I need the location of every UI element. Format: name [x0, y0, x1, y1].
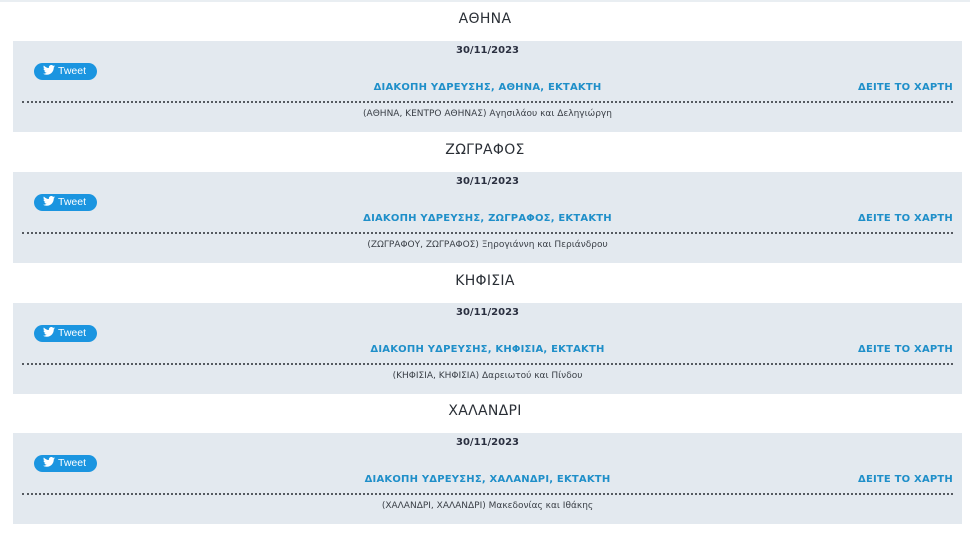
- twitter-bird-icon: [43, 327, 55, 337]
- dotted-divider: [22, 493, 953, 495]
- tweet-button[interactable]: Tweet: [34, 455, 97, 472]
- tweet-button[interactable]: Tweet: [34, 325, 97, 342]
- tweet-button[interactable]: Tweet: [34, 194, 97, 211]
- outage-card: 30/11/2023 Tweet ΔΙΑΚΟΠΗ ΥΔΡΕΥΣΗΣ, ΚΗΦΙΣ…: [13, 303, 962, 394]
- twitter-bird-icon: [43, 196, 55, 206]
- outage-date: 30/11/2023: [456, 437, 519, 448]
- incident-title-link[interactable]: ΔΙΑΚΟΠΗ ΥΔΡΕΥΣΗΣ, ΑΘΗΝΑ, ΕΚΤΑΚΤΗ: [13, 82, 962, 93]
- water-outages-page: ΑΘΗΝΑ 30/11/2023 Tweet ΔΙΑΚΟΠΗ ΥΔΡΕΥΣΗΣ,…: [0, 0, 970, 541]
- outage-card: 30/11/2023 Tweet ΔΙΑΚΟΠΗ ΥΔΡΕΥΣΗΣ, ΑΘΗΝΑ…: [13, 41, 962, 132]
- outage-address: (ΑΘΗΝΑ, ΚΕΝΤΡΟ ΑΘΗΝΑΣ) Αγησιλάου και Δελ…: [363, 109, 612, 119]
- tweet-label: Tweet: [58, 65, 87, 77]
- see-map-link[interactable]: ΔΕΙΤΕ ΤΟ ΧΑΡΤΗ: [858, 474, 953, 485]
- tweet-label: Tweet: [58, 196, 87, 208]
- top-border: [0, 0, 970, 2]
- dotted-divider: [22, 101, 953, 103]
- outage-date: 30/11/2023: [456, 176, 519, 187]
- see-map-link[interactable]: ΔΕΙΤΕ ΤΟ ΧΑΡΤΗ: [858, 82, 953, 93]
- incident-title-link[interactable]: ΔΙΑΚΟΠΗ ΥΔΡΕΥΣΗΣ, ΖΩΓΡΑΦΟΣ, ΕΚΤΑΚΤΗ: [13, 213, 962, 224]
- area-title: ΖΩΓΡΑΦΟΣ: [445, 142, 525, 158]
- outage-address: (ΧΑΛΑΝΔΡΙ, ΧΑΛΑΝΔΡΙ) Μακεδονίας και Ιθάκ…: [381, 501, 594, 511]
- see-map-link[interactable]: ΔΕΙΤΕ ΤΟ ΧΑΡΤΗ: [858, 344, 953, 355]
- outage-address: (ΚΗΦΙΣΙΑ, ΚΗΦΙΣΙΑ) Δαρειωτού και Πίνδου: [392, 371, 583, 381]
- twitter-bird-icon: [43, 65, 55, 75]
- area-title: ΑΘΗΝΑ: [458, 11, 512, 27]
- tweet-button[interactable]: Tweet: [34, 63, 97, 80]
- dotted-divider: [22, 232, 953, 234]
- area-title: ΧΑΛΑΝΔΡΙ: [448, 403, 522, 419]
- tweet-label: Tweet: [58, 327, 87, 339]
- outage-card: 30/11/2023 Tweet ΔΙΑΚΟΠΗ ΥΔΡΕΥΣΗΣ, ΧΑΛΑΝ…: [13, 433, 962, 524]
- outage-card: 30/11/2023 Tweet ΔΙΑΚΟΠΗ ΥΔΡΕΥΣΗΣ, ΖΩΓΡΑ…: [13, 172, 962, 263]
- twitter-bird-icon: [43, 457, 55, 467]
- see-map-link[interactable]: ΔΕΙΤΕ ΤΟ ΧΑΡΤΗ: [858, 213, 953, 224]
- outage-address: (ΖΩΓΡΑΦΟΥ, ΖΩΓΡΑΦΟΣ) Ξηρογιάννη και Περι…: [367, 240, 608, 250]
- dotted-divider: [22, 363, 953, 365]
- outage-date: 30/11/2023: [456, 307, 519, 318]
- tweet-label: Tweet: [58, 457, 87, 469]
- incident-title-link[interactable]: ΔΙΑΚΟΠΗ ΥΔΡΕΥΣΗΣ, ΚΗΦΙΣΙΑ, ΕΚΤΑΚΤΗ: [13, 344, 962, 355]
- outage-date: 30/11/2023: [456, 45, 519, 56]
- incident-title-link[interactable]: ΔΙΑΚΟΠΗ ΥΔΡΕΥΣΗΣ, ΧΑΛΑΝΔΡΙ, ΕΚΤΑΚΤΗ: [13, 474, 962, 485]
- area-title: ΚΗΦΙΣΙΑ: [455, 273, 515, 289]
